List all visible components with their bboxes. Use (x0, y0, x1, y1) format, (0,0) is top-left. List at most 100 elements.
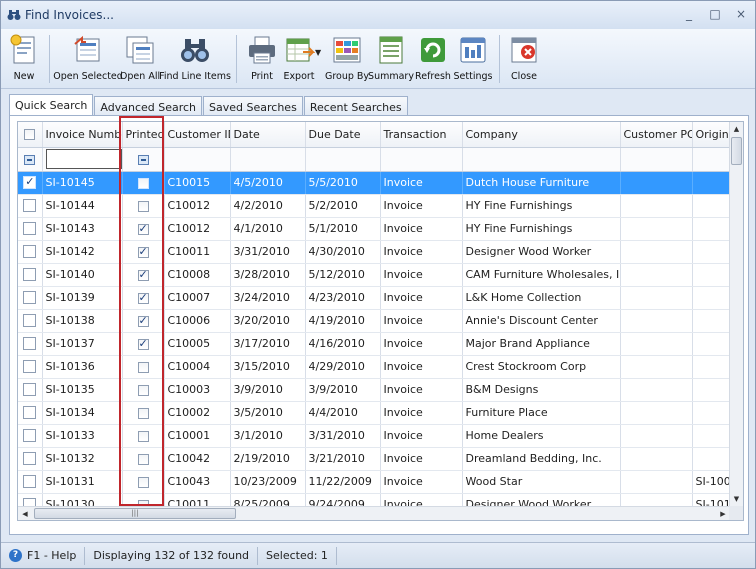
row-select-checkbox[interactable] (18, 309, 43, 333)
printed-checkbox[interactable] (122, 470, 165, 494)
table-row[interactable]: SI-10134 C10002 3/5/2010 4/4/2010 Invoice Fur… (18, 401, 743, 425)
row-select-checkbox[interactable] (18, 470, 43, 494)
summary-button[interactable]: Summary (368, 29, 414, 87)
print-button[interactable]: Print (243, 29, 281, 87)
column-header-date[interactable]: Date (230, 122, 306, 148)
tab-advanced-search[interactable]: Advanced Search (94, 96, 203, 116)
invoice-number-cell: SI-10131 (42, 470, 123, 494)
export-button[interactable]: Export ▼ (281, 29, 325, 87)
row-select-checkbox[interactable] (18, 401, 43, 425)
row-select-checkbox[interactable] (18, 332, 43, 356)
scroll-up-icon[interactable]: ▲ (730, 122, 743, 136)
printer-icon (249, 36, 275, 64)
settings-button[interactable]: Settings (453, 29, 493, 87)
printed-checkbox[interactable] (122, 332, 165, 356)
close-button[interactable]: Close (506, 29, 542, 87)
row-select-checkbox[interactable] (18, 240, 43, 264)
chevron-down-icon[interactable]: ▼ (315, 48, 321, 57)
table-row[interactable]: SI-10143 C100124/1/20105/1/2010InvoiceHY … (18, 217, 743, 241)
open-all-button[interactable]: Open All (120, 29, 160, 87)
horizontal-scroll-thumb[interactable]: ||| (34, 508, 236, 519)
selected-count: Selected: 1 (258, 546, 337, 565)
printed-filter-button[interactable] (137, 154, 149, 165)
table-row[interactable]: SI-10136 C10004 3/15/2010 4/29/2010 Invoice C… (18, 355, 743, 379)
transaction-cell: Invoice (380, 355, 463, 379)
table-row[interactable]: SI-10145 C100154/5/20105/5/2010InvoiceDut… (18, 171, 743, 195)
customer-po-cell (620, 194, 693, 218)
minimize-button[interactable]: _ (681, 6, 697, 22)
transaction-cell: Invoice (380, 447, 463, 471)
invoice-number-filter-input[interactable] (45, 149, 121, 169)
title-bar[interactable]: Find Invoices... _ □ × (1, 1, 755, 29)
table-row[interactable]: SI-10139 C100073/24/20104/23/2010InvoiceL… (18, 286, 743, 310)
printed-box (137, 430, 149, 442)
company-cell: HY Fine Furnishings (462, 217, 621, 241)
vertical-scroll-thumb[interactable] (731, 137, 742, 165)
column-header-company[interactable]: Company (462, 122, 621, 148)
row-select-checkbox[interactable] (18, 194, 43, 218)
customer-id-cell: C10043 (164, 470, 231, 494)
close-window-button[interactable]: × (733, 6, 749, 22)
tab-quick-search[interactable]: Quick Search (9, 94, 94, 116)
row-select-checkbox[interactable] (18, 171, 43, 195)
company-cell: L&K Home Collection (462, 286, 621, 310)
row-select-checkbox[interactable] (18, 378, 43, 402)
due-date-cell: 5/2/2010 (305, 194, 381, 218)
printed-checkbox[interactable] (122, 309, 165, 333)
tab-saved-searches[interactable]: Saved Searches (203, 96, 303, 116)
column-header-customer-id[interactable]: Customer ID (164, 122, 231, 148)
printed-checkbox[interactable] (122, 355, 165, 379)
column-header-due-date[interactable]: Due Date (305, 122, 381, 148)
refresh-button[interactable]: Refresh (413, 29, 453, 87)
row-select-checkbox[interactable] (18, 355, 43, 379)
printed-checkbox[interactable] (122, 263, 165, 287)
column-header-printed[interactable]: Printed (122, 122, 165, 148)
printed-checkbox[interactable] (122, 171, 165, 195)
tab-recent-searches[interactable]: Recent Searches (303, 96, 408, 116)
vertical-scrollbar[interactable]: ▲ ▼ (729, 122, 743, 506)
date-cell: 3/15/2010 (230, 355, 306, 379)
table-row[interactable]: SI-10140 C100083/28/20105/12/2010InvoiceC… (18, 263, 743, 287)
row-filter-button[interactable] (24, 154, 36, 165)
company-cell: Home Dealers (462, 424, 621, 448)
invoice-number-cell: SI-10132 (42, 447, 123, 471)
table-row[interactable]: SI-10131 C10043 10/23/2009 11/22/2009 Invoic… (18, 470, 743, 494)
column-header-invoice-number[interactable]: Invoice Number (42, 122, 123, 148)
table-row[interactable]: SI-10132 C10042 2/19/2010 3/21/2010 Invoice D… (18, 447, 743, 471)
row-select-checkbox[interactable] (18, 263, 43, 287)
table-row[interactable]: SI-10142 C100113/31/20104/30/2010InvoiceD… (18, 240, 743, 264)
table-row[interactable]: SI-10133 C10001 3/1/2010 3/31/2010 Invoice Ho… (18, 424, 743, 448)
open-selected-button[interactable]: Open Selected (53, 29, 123, 87)
printed-checkbox[interactable] (122, 447, 165, 471)
printed-checkbox[interactable] (122, 424, 165, 448)
table-row[interactable]: SI-10135 C10003 3/9/2010 3/9/2010 Invoice B&M… (18, 378, 743, 402)
printed-checkbox[interactable] (122, 286, 165, 310)
help-status[interactable]: ? F1 - Help (1, 546, 86, 565)
table-row[interactable]: SI-10137 C100053/17/20104/16/2010InvoiceM… (18, 332, 743, 356)
scroll-down-icon[interactable]: ▼ (730, 492, 743, 506)
customer-po-cell (620, 401, 693, 425)
column-header-transaction[interactable]: Transaction (380, 122, 463, 148)
row-select-checkbox[interactable] (18, 447, 43, 471)
maximize-button[interactable]: □ (707, 6, 723, 22)
select-all-checkbox[interactable] (18, 122, 43, 148)
scroll-left-icon[interactable]: ◀ (18, 507, 32, 520)
table-row[interactable]: SI-10144 C10012 4/2/2010 5/2/2010 Invoice HY … (18, 194, 743, 218)
printed-checkbox[interactable] (122, 401, 165, 425)
row-select-checkbox[interactable] (18, 217, 43, 241)
customer-po-cell (620, 240, 693, 264)
scroll-right-icon[interactable]: ▶ (716, 507, 730, 520)
find-line-items-button[interactable]: Find Line Items (159, 29, 231, 87)
column-header-customer-po[interactable]: Customer PO (620, 122, 693, 148)
horizontal-scrollbar[interactable]: ◀ ||| ▶ (18, 506, 730, 520)
printed-checkbox[interactable] (122, 194, 165, 218)
table-row[interactable]: SI-10138 C100063/20/20104/19/2010InvoiceA… (18, 309, 743, 333)
printed-checkbox[interactable] (122, 217, 165, 241)
printed-checkbox[interactable] (122, 240, 165, 264)
group-by-button[interactable]: Group By (325, 29, 369, 87)
row-select-checkbox[interactable] (18, 286, 43, 310)
row-select-checkbox[interactable] (18, 424, 43, 448)
printed-checkbox[interactable] (122, 378, 165, 402)
new-button[interactable]: New (5, 29, 43, 87)
row-select-box (23, 199, 37, 213)
